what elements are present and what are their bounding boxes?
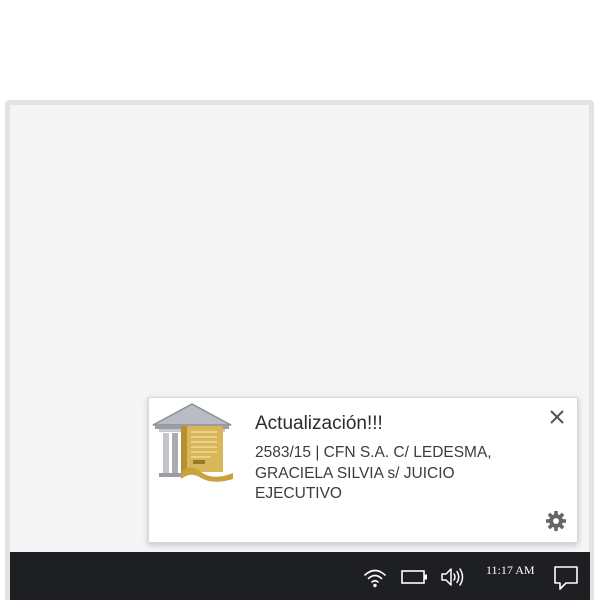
- battery-icon[interactable]: [401, 569, 429, 585]
- wifi-icon[interactable]: [363, 567, 387, 589]
- taskbar-clock[interactable]: 11:17 AM: [486, 563, 544, 578]
- gear-icon[interactable]: [545, 510, 567, 532]
- close-icon[interactable]: [547, 407, 567, 427]
- action-center-icon[interactable]: [553, 565, 579, 591]
- courthouse-scroll-icon: [152, 403, 233, 482]
- notification-body: 2583/15 | CFN S.A. C/ LEDESMA, GRACIELA …: [255, 444, 492, 502]
- notification-title: Actualización!!!: [255, 413, 383, 434]
- volume-icon[interactable]: [440, 565, 466, 589]
- notification-toast[interactable]: Actualización!!! 2583/15 | CFN S.A. C/ L…: [148, 397, 578, 543]
- taskbar: 11:17 AM: [10, 552, 590, 600]
